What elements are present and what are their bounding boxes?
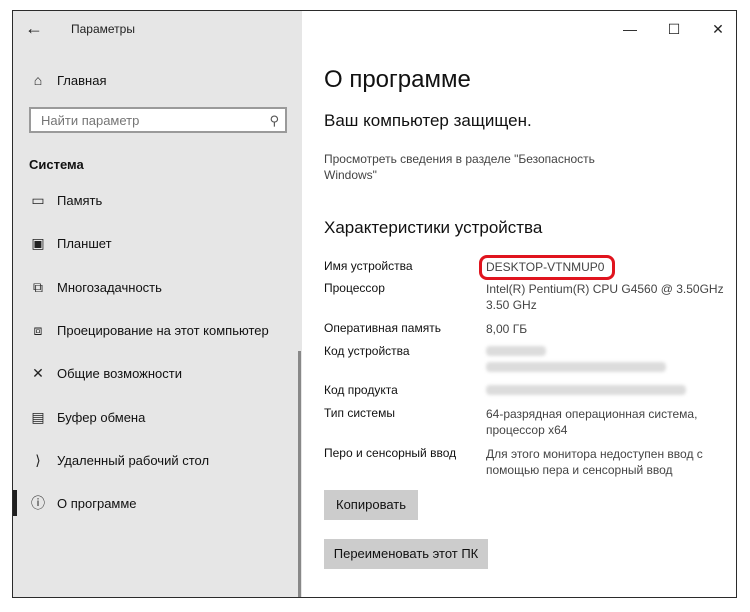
sidebar-item-about[interactable]: ⓘ О программе — [13, 490, 302, 516]
blurred-device-id — [486, 346, 546, 356]
sidebar-item-label: Планшет — [57, 236, 112, 251]
spec-label-system-type: Тип системы — [324, 406, 395, 420]
spec-value-processor: Intel(R) Pentium(R) CPU G4560 @ 3.50GHz … — [486, 282, 724, 312]
sidebar-item-label: Проецирование на этот компьютер — [57, 323, 269, 338]
remote-desktop-icon: ⟩ — [35, 452, 41, 468]
sidebar-item-label: Память — [57, 193, 103, 208]
projecting-icon: ⧈ — [33, 322, 43, 338]
home-icon: ⌂ — [33, 72, 43, 88]
sidebar-item-label: Общие возможности — [57, 366, 183, 381]
titlebar-left: ← Параметры — [13, 11, 302, 47]
section-title: Система — [29, 157, 84, 172]
close-icon[interactable]: ✕ — [706, 19, 730, 39]
spec-label-device-id: Код устройства — [324, 344, 410, 358]
sidebar-item-remote-desktop[interactable]: ⟩ Удаленный рабочий стол — [13, 447, 302, 473]
spec-label-device-name: Имя устройства — [324, 259, 413, 273]
blurred-product-id — [486, 385, 686, 395]
app-title: Параметры — [71, 22, 135, 36]
maximize-icon[interactable]: ☐ — [662, 19, 686, 39]
search-box[interactable]: ⚲ — [29, 107, 287, 133]
nav-home-label: Главная — [57, 73, 107, 88]
back-arrow-icon[interactable]: ← — [23, 19, 45, 39]
sidebar: ← Параметры ⌂ Главная ⚲ Система ▭ Память… — [13, 11, 302, 597]
sidebar-item-storage[interactable]: ▭ Память — [13, 187, 302, 213]
copy-button[interactable]: Копировать — [324, 490, 418, 520]
storage-icon: ▭ — [31, 192, 45, 208]
spec-label-ram: Оперативная память — [324, 321, 441, 335]
sidebar-item-label: О программе — [57, 496, 137, 511]
sidebar-item-multitasking[interactable]: ⧉ Многозадачность — [13, 274, 302, 300]
sidebar-scrollbar[interactable] — [298, 351, 301, 597]
spec-value-ram: 8,00 ГБ — [486, 322, 528, 336]
multitasking-icon: ⧉ — [33, 279, 43, 295]
clipboard-icon: ▤ — [31, 409, 45, 425]
sidebar-item-tablet[interactable]: ▣ Планшет — [13, 230, 302, 256]
search-icon[interactable]: ⚲ — [269, 113, 279, 129]
info-icon: ⓘ — [31, 495, 45, 511]
sidebar-item-projecting[interactable]: ⧈ Проецирование на этот компьютер — [13, 317, 302, 343]
spec-label-product-id: Код продукта — [324, 383, 398, 397]
device-name-highlight — [479, 255, 615, 280]
page-title: О программе — [324, 66, 471, 93]
sidebar-item-label: Многозадачность — [57, 280, 162, 295]
spec-label-processor: Процессор — [324, 281, 385, 295]
protection-status: Ваш компьютер защищен. — [324, 111, 532, 130]
sidebar-item-shared-experiences[interactable]: ✕ Общие возможности — [13, 360, 302, 386]
shared-experiences-icon: ✕ — [32, 365, 44, 381]
sidebar-item-label: Буфер обмена — [57, 410, 146, 425]
sidebar-item-label: Удаленный рабочий стол — [57, 453, 210, 468]
tablet-icon: ▣ — [31, 235, 45, 251]
spec-value-pen-touch: Для этого монитора недоступен ввод с пом… — [486, 447, 703, 477]
search-input[interactable] — [39, 112, 263, 129]
spec-label-pen-touch: Перо и сенсорный ввод — [324, 446, 457, 460]
nav-home[interactable]: ⌂ Главная — [13, 67, 302, 93]
minimize-icon[interactable]: — — [618, 19, 642, 39]
sidebar-item-clipboard[interactable]: ▤ Буфер обмена — [13, 404, 302, 430]
main-content: — ☐ ✕ О программе Ваш компьютер защищен.… — [302, 11, 736, 597]
security-link[interactable]: Просмотреть сведения в разделе "Безопасн… — [324, 151, 624, 183]
blurred-device-id — [486, 362, 666, 372]
specs-title: Характеристики устройства — [324, 218, 543, 237]
rename-pc-button[interactable]: Переименовать этот ПК — [324, 539, 488, 569]
selected-indicator — [13, 490, 17, 516]
settings-window: ← Параметры ⌂ Главная ⚲ Система ▭ Память… — [12, 10, 737, 598]
spec-value-system-type: 64-разрядная операционная система, проце… — [486, 407, 698, 437]
